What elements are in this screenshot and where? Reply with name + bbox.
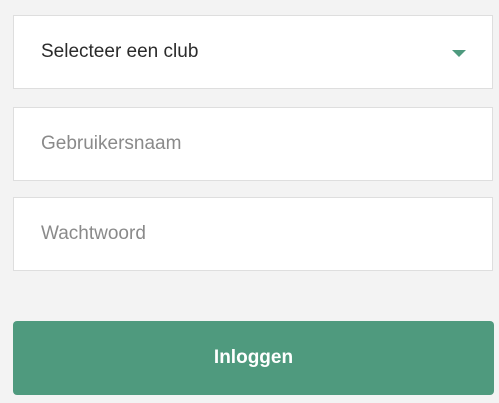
club-select-value: Selecteer een club (41, 41, 199, 62)
password-input[interactable] (14, 198, 492, 270)
username-field-container (13, 107, 493, 181)
password-field-container (13, 197, 493, 271)
club-select[interactable]: Selecteer een club (13, 15, 493, 89)
login-button[interactable]: Inloggen (13, 321, 494, 395)
caret-down-icon (452, 50, 466, 57)
username-input[interactable] (14, 108, 492, 180)
